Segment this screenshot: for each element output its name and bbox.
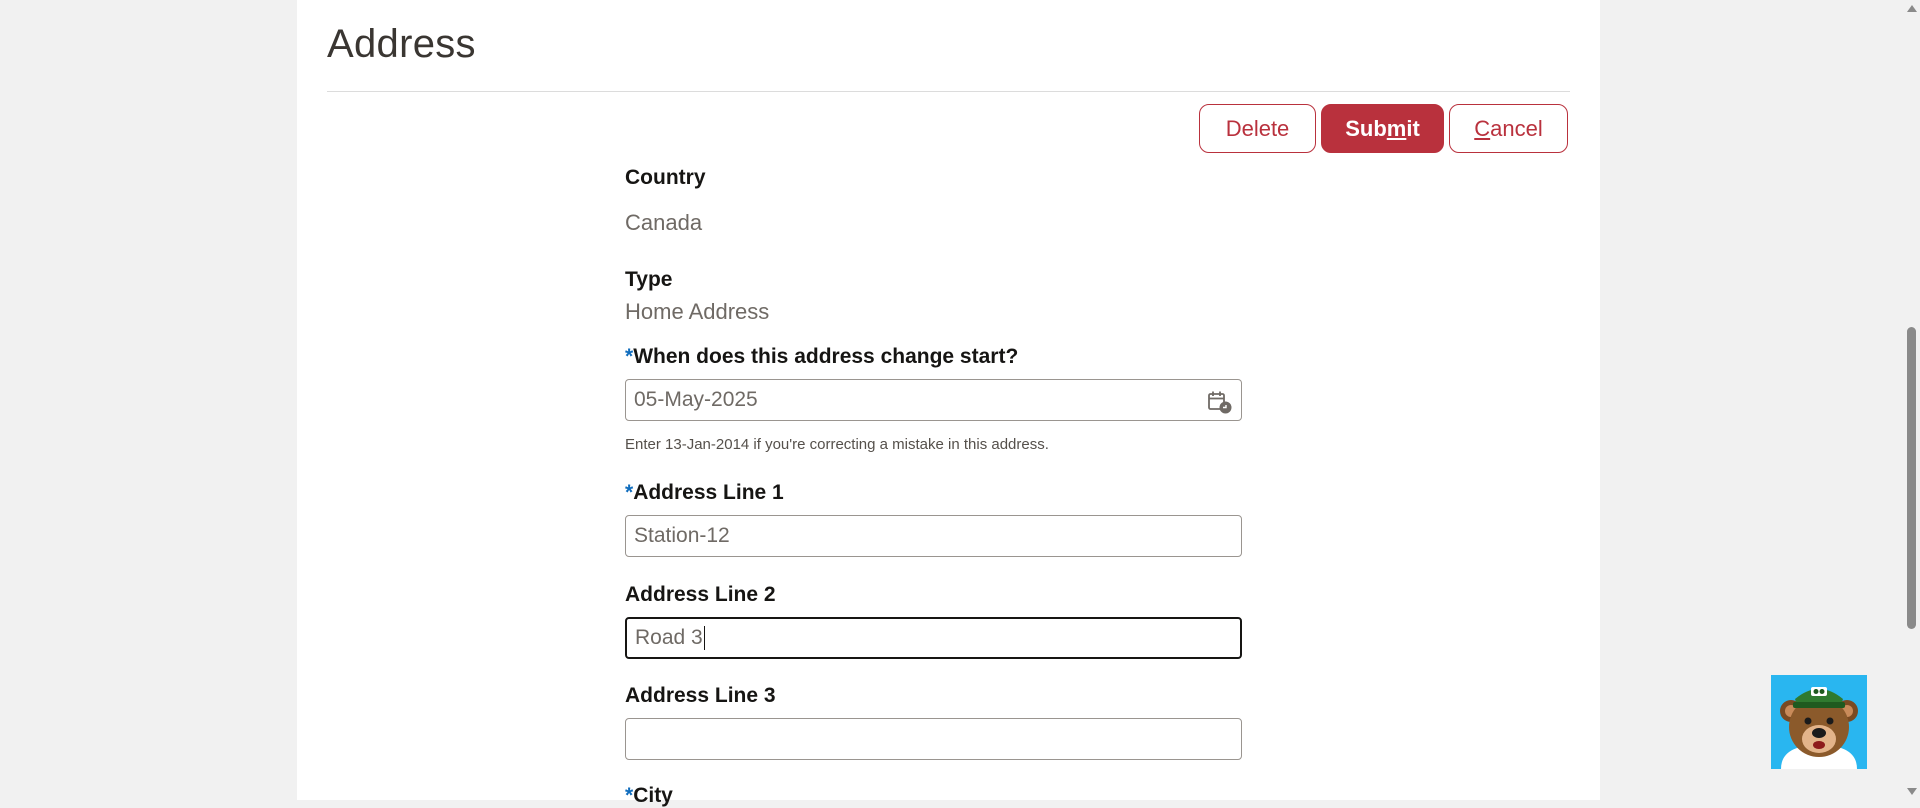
start-date-field[interactable]: 05-May-2025 xyxy=(625,379,1242,421)
page-title: Address xyxy=(327,22,476,66)
vertical-scrollbar[interactable] xyxy=(1903,0,1920,800)
text-caret xyxy=(703,626,705,650)
start-date-label: *When does this address change start? xyxy=(625,345,1018,369)
cancel-button[interactable]: Cancel xyxy=(1449,104,1568,153)
country-label: Country xyxy=(625,166,706,189)
type-value: Home Address xyxy=(625,299,770,324)
required-marker: * xyxy=(625,481,634,504)
required-marker: * xyxy=(625,784,634,807)
address-line-2-value: Road 3 xyxy=(635,626,703,649)
submit-mnemonic: m xyxy=(1386,115,1407,141)
calendar-icon[interactable] xyxy=(1207,389,1233,415)
address-line-2-field[interactable]: Road 3 xyxy=(625,617,1242,659)
bear-mascot-icon[interactable] xyxy=(1771,675,1867,769)
city-label-text: City xyxy=(633,784,673,807)
submit-label-part-2: it xyxy=(1406,115,1420,141)
address-line-3-label: Address Line 3 xyxy=(625,684,776,707)
scroll-down-arrow-icon[interactable] xyxy=(1907,788,1917,795)
country-value: Canada xyxy=(625,210,703,235)
address-line-1-label-text: Address Line 1 xyxy=(633,481,784,504)
start-date-value: 05-May-2025 xyxy=(634,388,758,411)
scroll-up-arrow-icon[interactable] xyxy=(1907,5,1917,12)
address-line-1-value: Station-12 xyxy=(634,524,730,547)
start-date-label-text: When does this address change start? xyxy=(633,345,1019,368)
title-divider xyxy=(327,91,1570,92)
address-line-3-field[interactable] xyxy=(625,718,1242,760)
cancel-label-part: ancel xyxy=(1490,115,1543,141)
submit-label-part-1: Sub xyxy=(1345,115,1387,141)
address-line-1-label: *Address Line 1 xyxy=(625,481,784,505)
delete-button-label: Delete xyxy=(1225,115,1290,141)
address-line-2-label: Address Line 2 xyxy=(625,583,776,606)
scroll-thumb[interactable] xyxy=(1907,327,1916,629)
submit-button[interactable]: Sub m it xyxy=(1321,104,1444,153)
address-line-1-field[interactable]: Station-12 xyxy=(625,515,1242,557)
type-label: Type xyxy=(625,268,673,291)
start-date-help: Enter 13-Jan-2014 if you're correcting a… xyxy=(625,436,1049,453)
city-label: *City xyxy=(625,784,673,808)
required-marker: * xyxy=(625,345,634,368)
delete-button[interactable]: Delete xyxy=(1199,104,1316,153)
main-panel: Address Delete Sub m it Cancel Country Can… xyxy=(297,0,1600,807)
bear-mascot-graphic xyxy=(1780,687,1858,769)
cancel-mnemonic: C xyxy=(1474,115,1491,141)
